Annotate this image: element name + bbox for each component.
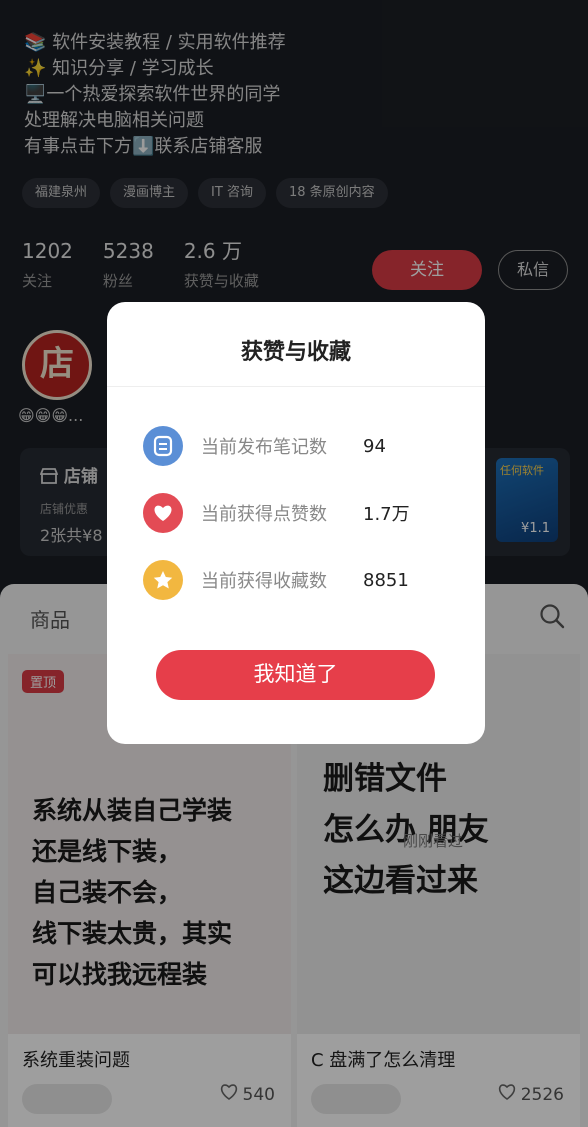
row-label: 当前获得点赞数	[201, 504, 327, 525]
heart-icon	[143, 493, 183, 533]
row-label: 当前发布笔记数	[201, 437, 327, 458]
stat-row-collects: 当前获得收藏数 8851	[143, 560, 409, 600]
row-value: 8851	[363, 569, 409, 591]
stat-row-notes: 当前发布笔记数 94	[143, 426, 386, 466]
note-icon	[143, 426, 183, 466]
row-label: 当前获得收藏数	[201, 571, 327, 592]
dialog-title: 获赞与收藏	[240, 340, 351, 365]
star-icon	[143, 560, 183, 600]
likes-collects-dialog: 获赞与收藏 当前发布笔记数 94 当前获得点赞数 1.7万 当前获得收藏数 88…	[107, 302, 485, 744]
stat-row-likes: 当前获得点赞数 1.7万	[143, 493, 410, 533]
row-value: 1.7万	[363, 504, 410, 525]
got-it-button[interactable]: 我知道了	[156, 650, 435, 700]
divider	[107, 386, 485, 387]
row-value: 94	[363, 435, 386, 457]
